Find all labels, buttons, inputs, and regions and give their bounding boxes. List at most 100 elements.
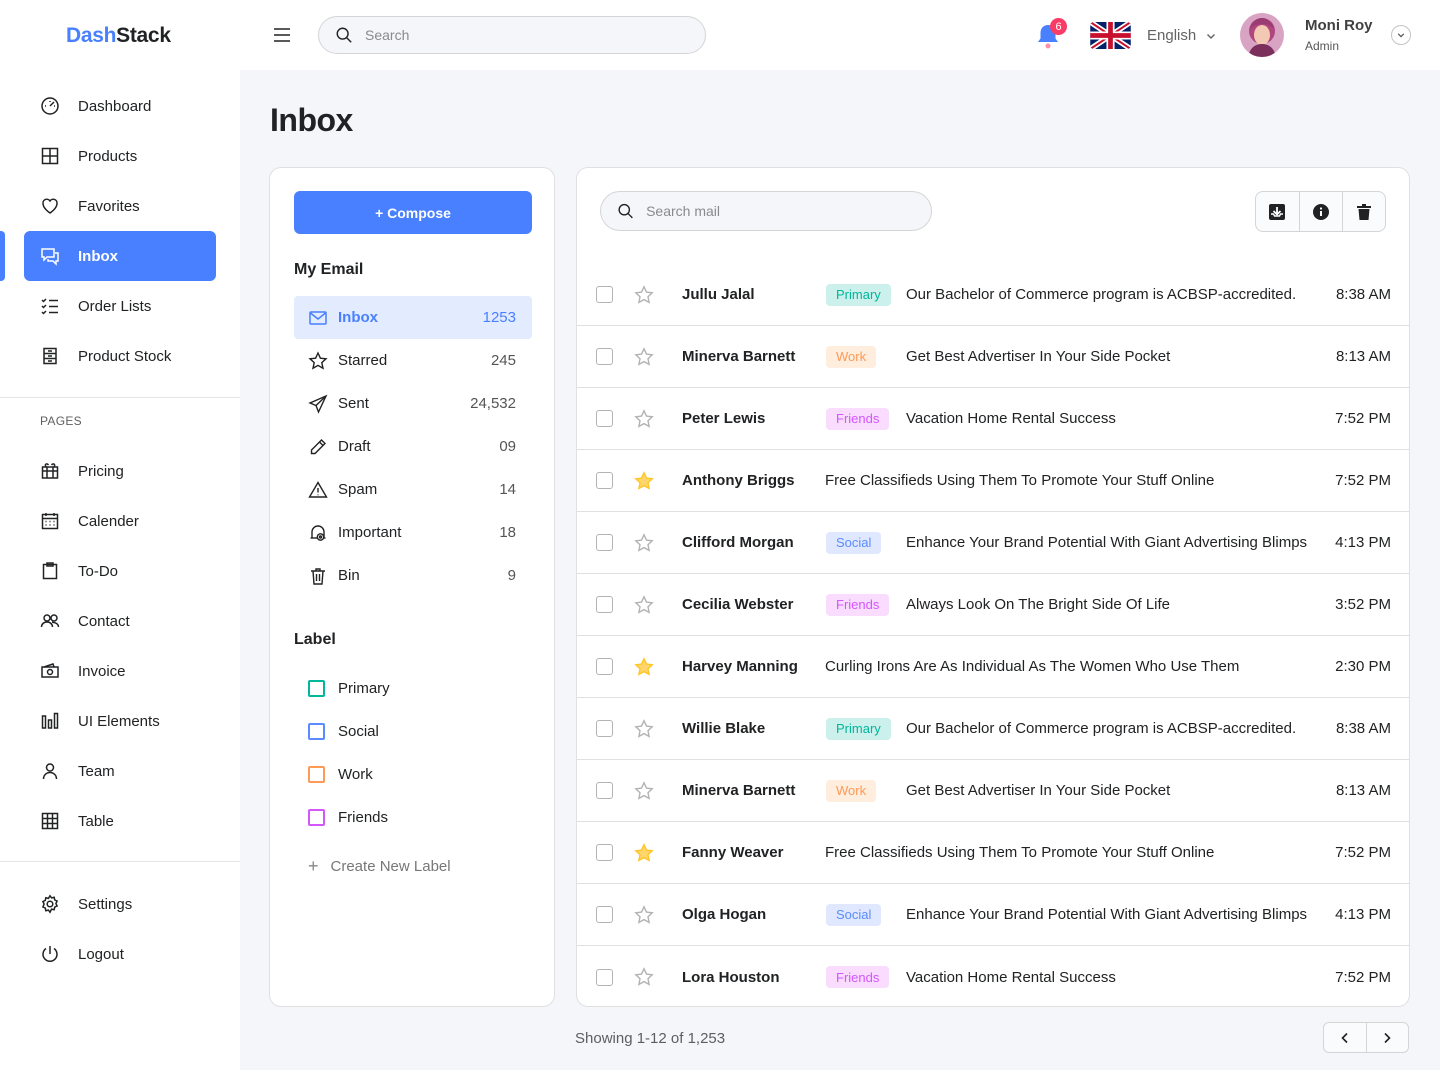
sidebar-item-label: Favorites [78, 197, 140, 215]
table-row[interactable]: Cecilia Webster Friends Always Look On The… [577, 574, 1409, 636]
table-row[interactable]: Minerva Barnett Work Get Best Advertiser I… [577, 760, 1409, 822]
sidebar-item-calender[interactable]: Calender [0, 496, 240, 546]
top-bar: 6 English Moni Roy Admin [240, 0, 1440, 70]
sidebar-item-contact[interactable]: Contact [0, 596, 240, 646]
folder-draft[interactable]: Draft 09 [294, 425, 532, 468]
table-row[interactable]: Fanny Weaver Free Classifieds Using Them … [577, 822, 1409, 884]
star-icon[interactable] [634, 408, 654, 429]
label-friends[interactable]: Friends [294, 796, 532, 839]
label-badge: Primary [826, 717, 891, 740]
user-menu-button[interactable] [1391, 25, 1411, 45]
table-row[interactable]: Clifford Morgan Social Enhance Your Brand … [577, 512, 1409, 574]
table-row[interactable]: Harvey Manning Curling Irons Are As Indiv… [577, 636, 1409, 698]
next-page-button[interactable] [1365, 1023, 1408, 1052]
folder-label: Inbox [338, 309, 378, 326]
sidebar-item-logout[interactable]: Logout [0, 929, 240, 979]
star-icon[interactable] [634, 718, 654, 739]
folder-label: Important [338, 524, 402, 541]
table-row[interactable]: Anthony Briggs Free Classifieds Using The… [577, 450, 1409, 512]
row-checkbox[interactable] [596, 844, 613, 861]
row-checkbox[interactable] [596, 720, 613, 737]
sidebar-item-product-stock[interactable]: Product Stock [0, 331, 240, 381]
sidebar-item-label: Dashboard [78, 97, 152, 115]
star-icon[interactable] [634, 284, 654, 305]
create-label-button[interactable]: + Create New Label [308, 856, 451, 877]
menu-icon[interactable] [272, 25, 292, 45]
row-checkbox[interactable] [596, 782, 613, 799]
avatar[interactable] [1240, 13, 1284, 57]
app-logo[interactable]: DashStack [66, 24, 171, 48]
folder-inbox[interactable]: Inbox 1253 [294, 296, 532, 339]
row-checkbox[interactable] [596, 596, 613, 613]
sidebar-item-invoice[interactable]: Invoice [0, 646, 240, 696]
star-icon[interactable] [634, 904, 654, 925]
label-work[interactable]: Work [294, 753, 532, 796]
folder-sent[interactable]: Sent 24,532 [294, 382, 532, 425]
mailbox-panel: + Compose My Email Inbox 1253 Starred 24… [269, 167, 555, 1007]
label-text: Work [338, 766, 373, 783]
sidebar-item-ui-elements[interactable]: UI Elements [0, 696, 240, 746]
star-icon[interactable] [634, 470, 654, 491]
sidebar-item-team[interactable]: Team [0, 746, 240, 796]
star-icon[interactable] [634, 656, 654, 677]
star-icon[interactable] [634, 842, 654, 863]
compose-button[interactable]: + Compose [294, 191, 532, 234]
row-checkbox[interactable] [596, 534, 613, 551]
table-row[interactable]: Lora Houston Friends Vacation Home Rental … [577, 946, 1409, 1006]
global-search[interactable] [318, 16, 706, 54]
sidebar-item-label: Team [78, 762, 115, 780]
row-checkbox[interactable] [596, 348, 613, 365]
row-checkbox[interactable] [596, 906, 613, 923]
sidebar-item-settings[interactable]: Settings [0, 879, 240, 929]
sidebar-item-products[interactable]: Products [0, 131, 240, 181]
table-row[interactable]: Peter Lewis Friends Vacation Home Rental S… [577, 388, 1409, 450]
label-social[interactable]: Social [294, 710, 532, 753]
table-row[interactable]: Minerva Barnett Work Get Best Advertiser I… [577, 326, 1409, 388]
row-checkbox[interactable] [596, 410, 613, 427]
star-icon[interactable] [634, 780, 654, 801]
language-selector[interactable]: English [1147, 27, 1216, 44]
email-time: 7:52 PM [1335, 472, 1391, 489]
sidebar-item-table[interactable]: Table [0, 796, 240, 846]
sidebar-item-order-lists[interactable]: Order Lists [0, 281, 240, 331]
sidebar-item-to-do[interactable]: To-Do [0, 546, 240, 596]
table-row[interactable]: Jullu Jalal Primary Our Bachelor of Commer… [577, 264, 1409, 326]
prev-page-button[interactable] [1324, 1023, 1366, 1052]
info-button[interactable] [1298, 192, 1342, 231]
sidebar-item-favorites[interactable]: Favorites [0, 181, 240, 231]
star-icon[interactable] [634, 346, 654, 367]
star-icon[interactable] [634, 532, 654, 553]
table-row[interactable]: Willie Blake Primary Our Bachelor of Comme… [577, 698, 1409, 760]
email-time: 7:52 PM [1335, 844, 1391, 861]
sidebar-item-label: Settings [78, 895, 133, 913]
contact-icon [40, 614, 60, 628]
row-checkbox[interactable] [596, 658, 613, 675]
archive-button[interactable] [1256, 192, 1299, 231]
row-checkbox[interactable] [596, 472, 613, 489]
folder-bin[interactable]: Bin 9 [294, 554, 532, 597]
folder-label: Draft [338, 438, 371, 455]
sidebar-item-dashboard[interactable]: Dashboard [0, 81, 240, 131]
folder-spam[interactable]: Spam 14 [294, 468, 532, 511]
mail-search[interactable] [600, 191, 932, 231]
uk-flag-icon[interactable] [1090, 22, 1131, 49]
row-checkbox[interactable] [596, 286, 613, 303]
user-name: Moni Roy [1305, 17, 1373, 34]
star-icon[interactable] [634, 967, 654, 987]
mail-search-input[interactable] [646, 203, 931, 219]
create-label-text: Create New Label [330, 858, 451, 875]
star-icon[interactable] [634, 594, 654, 615]
label-primary[interactable]: Primary [294, 667, 532, 710]
folder-important[interactable]: Important 18 [294, 511, 532, 554]
sidebar-item-inbox[interactable]: Inbox [24, 231, 216, 281]
folder-starred[interactable]: Starred 245 [294, 339, 532, 382]
search-input[interactable] [365, 27, 665, 43]
my-email-heading: My Email [294, 261, 364, 278]
row-checkbox[interactable] [596, 968, 613, 986]
email-subject: Our Bachelor of Commerce program is ACBS… [906, 720, 1297, 737]
table-row[interactable]: Olga Hogan Social Enhance Your Brand Poten… [577, 884, 1409, 946]
delete-button[interactable] [1341, 192, 1385, 231]
sender-name: Willie Blake [682, 720, 766, 737]
sidebar-item-pricing[interactable]: Pricing [0, 446, 240, 496]
sender-name: Lora Houston [682, 968, 780, 986]
